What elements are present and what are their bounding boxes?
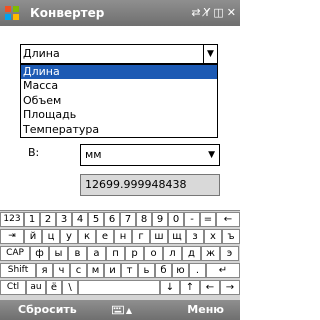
key[interactable]: ш [150, 229, 168, 244]
dropdown-item[interactable]: Объем [21, 94, 217, 108]
key[interactable]: 0 [168, 212, 184, 227]
key[interactable]: о [144, 246, 163, 261]
arrow-up-key[interactable]: ↑ [180, 280, 200, 295]
key[interactable]: э [220, 246, 239, 261]
category-combo[interactable]: Длина ▼ [20, 44, 218, 64]
tab-key[interactable]: ⇥ [0, 229, 24, 244]
menu-softkey[interactable]: Меню [187, 303, 224, 317]
start-logo-icon[interactable] [4, 5, 20, 21]
keyboard-row-1: 123 1 2 3 4 5 6 7 8 9 0 - = ← [0, 212, 240, 227]
category-combo-value: Длина [23, 47, 60, 60]
dropdown-item[interactable]: Температура [21, 123, 217, 137]
unit-select-value: мм [85, 148, 102, 161]
key[interactable]: б [155, 263, 172, 278]
key[interactable]: р [125, 246, 144, 261]
title-bar: Конвертер ⇄ Y̸ ◫ ✕ [0, 0, 240, 26]
key[interactable]: \ [62, 280, 78, 295]
caps-key[interactable]: CAP [0, 246, 30, 261]
enter-key[interactable]: ↵ [206, 263, 240, 278]
vibrate-icon[interactable]: ◫ [213, 5, 223, 21]
keyboard-toggle[interactable]: ▲ [112, 303, 132, 317]
key[interactable]: в [68, 246, 87, 261]
key[interactable]: т [121, 263, 138, 278]
space-key[interactable] [78, 280, 160, 295]
status-icons: ⇄ Y̸ ◫ ✕ [191, 5, 236, 21]
key[interactable]: 3 [56, 212, 72, 227]
key[interactable]: д [182, 246, 201, 261]
close-icon[interactable]: ✕ [227, 5, 236, 21]
key[interactable]: е [96, 229, 114, 244]
key[interactable]: 9 [152, 212, 168, 227]
key[interactable]: - [184, 212, 200, 227]
keyboard-row-2: ⇥ й ц у к е н г ш щ з х ъ [0, 229, 240, 244]
backspace-key[interactable]: ← [216, 212, 240, 227]
key[interactable]: 1 [24, 212, 40, 227]
key[interactable]: 6 [104, 212, 120, 227]
app-title: Конвертер [30, 6, 105, 20]
ctl-key[interactable]: Ctl [0, 280, 26, 295]
key[interactable]: 4 [72, 212, 88, 227]
key[interactable]: щ [168, 229, 186, 244]
reset-softkey[interactable]: Сбросить [18, 303, 77, 317]
key[interactable]: 2 [40, 212, 56, 227]
arrow-right-key[interactable]: → [220, 280, 240, 295]
key[interactable]: 8 [136, 212, 152, 227]
key[interactable]: ф [30, 246, 49, 261]
unit-select[interactable]: мм ▼ [80, 144, 220, 166]
au-key[interactable]: au [26, 280, 46, 295]
arrow-down-key[interactable]: ↓ [160, 280, 180, 295]
key[interactable]: а [87, 246, 106, 261]
keyboard-row-5: Ctl au ё \ ↓ ↑ ← → [0, 280, 240, 295]
keyboard-row-3: CAP ф ы в а п р о л д ж э [0, 246, 239, 261]
result-field: 12699.999948438 [80, 174, 220, 196]
arrow-left-key[interactable]: ← [200, 280, 220, 295]
key[interactable]: 7 [120, 212, 136, 227]
menu-bar: Сбросить ▲ Меню [0, 300, 240, 320]
key[interactable]: с [70, 263, 87, 278]
dropdown-item[interactable]: Масса [21, 79, 217, 93]
key-123[interactable]: 123 [0, 212, 24, 227]
key[interactable]: я [36, 263, 53, 278]
key[interactable]: г [132, 229, 150, 244]
key[interactable]: л [163, 246, 182, 261]
keyboard-row-4: Shift я ч с м и т ь б ю . ↵ [0, 263, 240, 278]
key[interactable]: х [204, 229, 222, 244]
category-dropdown: Длина Масса Объем Площадь Температура [20, 64, 218, 138]
key[interactable]: ю [172, 263, 189, 278]
key[interactable]: и [104, 263, 121, 278]
key[interactable]: ж [201, 246, 220, 261]
key[interactable]: . [189, 263, 206, 278]
to-label: В: [28, 146, 40, 159]
chevron-down-icon[interactable]: ▼ [203, 45, 217, 63]
key[interactable]: з [186, 229, 204, 244]
key[interactable]: = [200, 212, 216, 227]
key[interactable]: 5 [88, 212, 104, 227]
shift-key[interactable]: Shift [0, 263, 36, 278]
key[interactable]: п [106, 246, 125, 261]
keyboard-icon [112, 305, 124, 315]
key[interactable]: м [87, 263, 104, 278]
key[interactable]: ч [53, 263, 70, 278]
key[interactable]: к [78, 229, 96, 244]
key[interactable]: ь [138, 263, 155, 278]
key[interactable]: ё [46, 280, 62, 295]
chevron-down-icon[interactable]: ▼ [208, 145, 215, 165]
key[interactable]: ы [49, 246, 68, 261]
dropdown-item[interactable]: Длина [21, 65, 217, 80]
dropdown-item[interactable]: Площадь [21, 108, 217, 122]
key[interactable]: н [114, 229, 132, 244]
soft-keyboard: 123 1 2 3 4 5 6 7 8 9 0 - = ← ⇥ й ц у к … [0, 210, 240, 300]
key[interactable]: ц [42, 229, 60, 244]
sync-icon[interactable]: ⇄ [191, 5, 200, 21]
signal-off-icon[interactable]: Y̸ [204, 5, 211, 21]
chevron-up-icon: ▲ [125, 305, 132, 315]
key[interactable]: й [24, 229, 42, 244]
key[interactable]: ъ [222, 229, 240, 244]
key[interactable]: у [60, 229, 78, 244]
